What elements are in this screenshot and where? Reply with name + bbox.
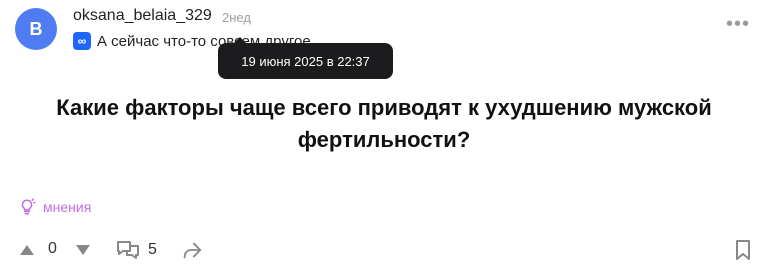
infinity-badge-icon: ∞ — [73, 32, 91, 50]
question-title[interactable]: Какие факторы чаще всего приводят к ухуд… — [16, 92, 752, 156]
post-time[interactable]: 2нед — [222, 10, 251, 25]
opinions-button[interactable]: мнения — [18, 198, 91, 216]
comments-count: 5 — [148, 241, 157, 258]
username-link[interactable]: oksana_belaia_329 — [73, 7, 212, 25]
bookmark-icon[interactable] — [734, 239, 752, 261]
vote-count: 0 — [48, 240, 57, 257]
share-icon[interactable] — [181, 239, 203, 261]
action-bar: 0 5 — [0, 232, 768, 268]
tooltip-text: 19 июня 2025 в 22:37 — [241, 53, 370, 69]
comments-button[interactable]: 5 — [116, 239, 157, 261]
more-options-icon[interactable]: ••• — [726, 14, 750, 34]
tooltip-arrow — [233, 37, 247, 44]
downvote-icon[interactable] — [75, 244, 91, 256]
comment-icon — [117, 241, 139, 259]
lightbulb-icon — [21, 198, 36, 215]
timestamp-tooltip: 19 июня 2025 в 22:37 — [218, 37, 393, 79]
upvote-icon[interactable] — [19, 244, 35, 256]
avatar[interactable]: B — [15, 8, 57, 50]
opinions-label: мнения — [43, 199, 92, 215]
